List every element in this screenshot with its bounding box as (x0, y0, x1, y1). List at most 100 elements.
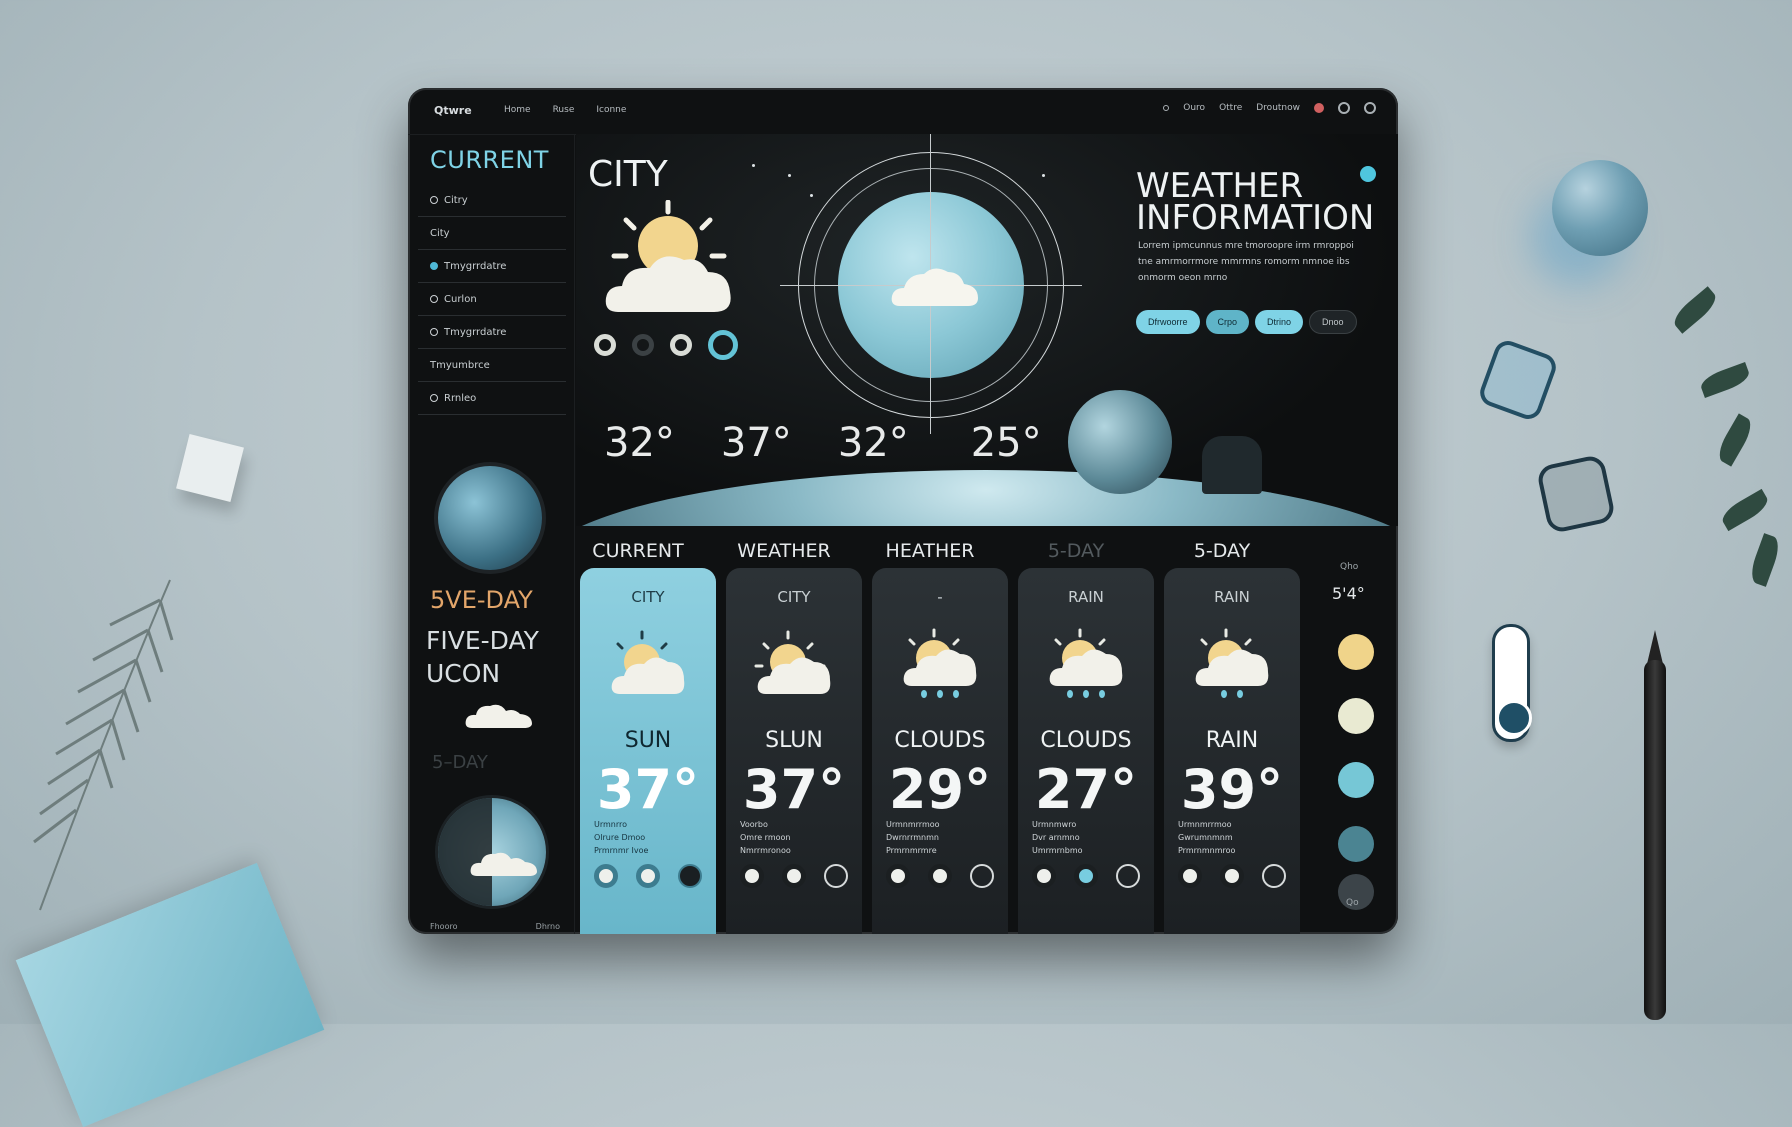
tertiary-button[interactable]: Dtrino (1255, 310, 1304, 334)
sidebar-item[interactable]: Curlon (418, 283, 566, 316)
card-temperature: 27° (1034, 758, 1138, 821)
card-detail-line: Umrmrnbmo (1032, 846, 1083, 855)
action-icon[interactable] (740, 864, 764, 888)
card-subtitle: - (937, 588, 943, 606)
action-icon[interactable] (1178, 864, 1202, 888)
action-icon[interactable] (678, 864, 702, 888)
top-navigation-bar: Qtwre Home Ruse Iconne Ouro Ottre Droutn… (408, 88, 1398, 135)
card-detail-line: Nmrrmronoo (740, 846, 791, 855)
card-details: Urmnmrrmoo Dwrnrrmnmn Prmrnmrmre (886, 818, 994, 857)
forecast-card[interactable]: CITY SUN 37° Urmnrro Olrure Dmoo Prmrnmr… (580, 568, 716, 934)
forecast-header: CURRENT (592, 540, 684, 562)
sun-cloud-icon (605, 200, 731, 312)
sidebar-item-label: Curlon (444, 293, 477, 305)
card-details: Urmnmrrmoo Gwrumnmnm Prmrnmnmroo (1178, 818, 1286, 857)
action-icon[interactable] (636, 864, 660, 888)
temperature-value: 32° (837, 420, 909, 466)
leaf-decoration (1747, 533, 1783, 587)
sidebar-item[interactable]: Rrnleo (418, 382, 566, 415)
settings-icon[interactable] (1338, 102, 1350, 114)
fern-decoration (33, 579, 174, 911)
nav-item-ottre[interactable]: Ottre (1219, 103, 1242, 113)
sidebar-footer-link[interactable]: Fhooro (430, 922, 457, 931)
action-icon[interactable] (594, 864, 618, 888)
card-actions (1032, 864, 1140, 888)
card-detail-line: Prmrnmr Ivoe (594, 846, 649, 855)
leaf-decoration (1698, 362, 1752, 398)
action-icon[interactable] (1074, 864, 1098, 888)
action-icon[interactable] (824, 864, 848, 888)
leaf-decoration (1713, 413, 1757, 467)
toggle-icon[interactable] (1360, 166, 1376, 182)
sidebar-title: CURRENT (430, 146, 549, 174)
nav-item-ouro[interactable]: Ouro (1183, 103, 1205, 113)
sidebar-item[interactable]: Tmygrrdatre (418, 316, 566, 349)
hero-button-group: Dfrwoorre Crpo Dtrino Dnoo (1136, 310, 1357, 334)
nav-item-home[interactable]: Home (504, 105, 531, 115)
forecast-card[interactable]: RAIN RAIN 39° Urmnmrrmoo Gwrumnmnm Prmrn… (1164, 568, 1300, 934)
action-icon[interactable] (1220, 864, 1244, 888)
pen-decoration (1644, 660, 1666, 1020)
temperature-value: 37° (720, 420, 792, 466)
indicator-active-icon[interactable] (708, 330, 738, 360)
action-icon[interactable] (1262, 864, 1286, 888)
sidebar-item-label: City (430, 227, 450, 239)
weather-dashboard-window: Qtwre Home Ruse Iconne Ouro Ottre Droutn… (408, 88, 1398, 934)
sidebar-item[interactable]: Tmygrrdatre (418, 250, 566, 283)
card-subtitle: CITY (631, 588, 665, 606)
action-icon[interactable] (970, 864, 994, 888)
action-icon[interactable] (1032, 864, 1056, 888)
card-condition: CLOUDS (1040, 728, 1132, 753)
card-detail-line: Urmnmrrmoo (886, 820, 940, 829)
primary-button[interactable]: Dfrwoorre (1136, 310, 1200, 334)
card-subtitle: RAIN (1214, 588, 1250, 606)
nav-item-iconne[interactable]: Iconne (596, 105, 626, 115)
forecast-card[interactable]: - CLOUDS 29° Urmnmrrmoo Dwrnrrmnmn Prmrn… (872, 568, 1008, 934)
action-icon[interactable] (886, 864, 910, 888)
forecast-card[interactable]: CITY SLUN 37° Voorbo Omre rmoon Nmrrmron… (726, 568, 862, 934)
card-detail-line: Gwrumnmnm (1178, 833, 1233, 842)
swatch-sun[interactable] (1338, 634, 1374, 670)
globe-icon (438, 466, 542, 570)
action-icon[interactable] (1116, 864, 1140, 888)
rail-value: 5'4° (1332, 584, 1365, 603)
card-temperature: 29° (888, 758, 992, 821)
star-decoration (810, 194, 813, 197)
sidebar-footer-link[interactable]: Dhrno (536, 922, 560, 931)
sidebar-item[interactable]: Tmyumbrce (418, 349, 566, 382)
swatch-ocean[interactable] (1338, 826, 1374, 862)
card-condition: CLOUDS (894, 728, 986, 753)
forecast-card[interactable]: RAIN CLOUDS 27° Urmnmwro Dvr arnmno Umrm… (1018, 568, 1154, 934)
action-icon[interactable] (782, 864, 806, 888)
indicator-icon[interactable] (594, 334, 616, 356)
nav-item-droutnow[interactable]: Droutnow (1256, 103, 1300, 113)
cloud-icon (465, 704, 532, 728)
star-decoration (1042, 174, 1045, 177)
sidebar-list: Citry City Tmygrrdatre Curlon Tmygrrdatr… (418, 184, 566, 415)
indicator-icon[interactable] (670, 334, 692, 356)
indicator-icon[interactable] (632, 334, 654, 356)
swatch-sky[interactable] (1338, 762, 1374, 798)
radio-icon (430, 196, 438, 204)
leaf-decoration (1718, 488, 1772, 532)
more-button[interactable]: Dnoo (1309, 310, 1357, 334)
sun-cloud-icon (611, 630, 685, 694)
notification-icon[interactable] (1314, 103, 1324, 113)
forecast-header: 5-DAY (1193, 540, 1251, 562)
sidebar-item[interactable]: City (418, 217, 566, 250)
card-condition: SLUN (765, 728, 823, 753)
nav-menu: Home Ruse Iconne (504, 105, 626, 115)
action-icon[interactable] (928, 864, 952, 888)
sidebar-item[interactable]: Citry (418, 184, 566, 217)
forecast-header: HEATHER (885, 540, 975, 562)
swatch-cloud[interactable] (1338, 698, 1374, 734)
profile-icon[interactable] (1364, 102, 1376, 114)
card-detail-line: Urmnrro (594, 820, 628, 829)
sidebar-item-label: Rrnleo (444, 392, 477, 404)
brand-logo[interactable]: Qtwre (434, 104, 472, 117)
nav-item-ruse[interactable]: Ruse (553, 105, 575, 115)
secondary-button[interactable]: Crpo (1205, 310, 1250, 334)
card-detail-line: Voorbo (740, 820, 768, 829)
five-day-faded-label: 5–DAY (432, 752, 488, 773)
card-detail-line: Urmnmwro (1032, 820, 1077, 829)
